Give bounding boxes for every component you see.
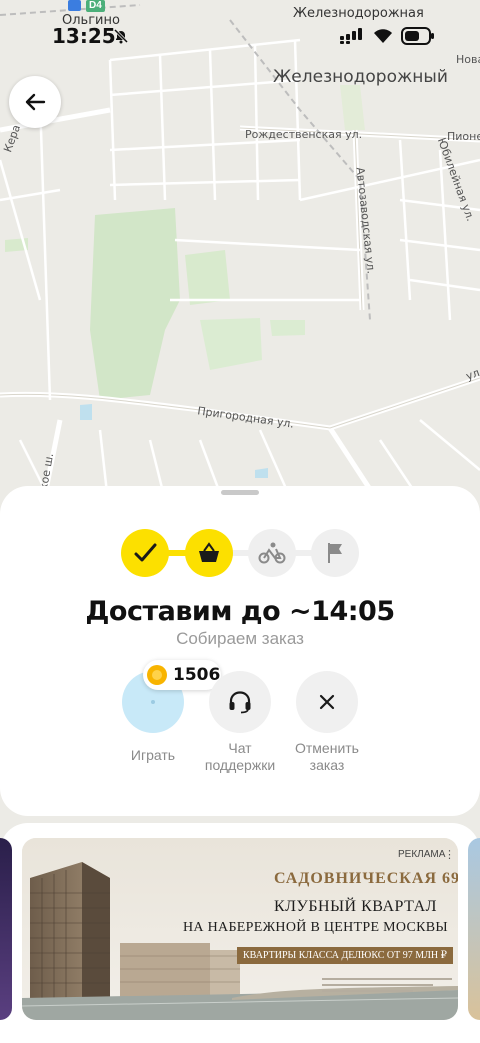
map-view[interactable]: Железнодорожный Рождественская ул. Автоз… (0, 0, 480, 520)
prev-ad-card[interactable] (0, 838, 12, 1020)
clock: 13:25 (52, 24, 116, 48)
step-delivered (311, 529, 359, 577)
next-ad-card[interactable] (468, 838, 480, 1020)
transit-icon (68, 0, 81, 11)
battery-icon (401, 27, 434, 45)
coins-badge: 1506 (143, 660, 221, 690)
coins-count: 1506 (173, 665, 221, 685)
ad-line-1: КЛУБНЫЙ КВАРТАЛ (274, 898, 437, 915)
more-icon[interactable]: ⋮ (444, 850, 455, 861)
status-bar: D4 Ольгино Железнодорожная 13:25 (0, 0, 480, 60)
delivery-time-title: Доставим до ~14:05 (85, 596, 395, 627)
station-label-right: Железнодорожная (293, 6, 424, 21)
order-status-text: Собираем заказ (176, 629, 304, 648)
play-label: Играть (130, 747, 176, 763)
flag-icon (328, 543, 342, 563)
back-button[interactable] (9, 76, 61, 128)
support-chat-label: Чат поддержки (204, 740, 276, 773)
step-assembling (185, 529, 233, 577)
sheet-drag-handle[interactable] (221, 490, 259, 495)
courier-bike-icon (258, 542, 286, 564)
ad-headline: САДОВНИЧЕСКАЯ 69 (274, 870, 458, 887)
step-courier (248, 529, 296, 577)
line-badge: D4 (86, 0, 105, 12)
ad-line-2: НА НАБЕРЕЖНОЙ В ЦЕНТРЕ МОСКВЫ (183, 920, 448, 935)
checkmark-icon (134, 543, 157, 562)
map-district-label: Железнодорожный (273, 67, 448, 87)
step-collected (121, 529, 169, 577)
basket-icon (199, 542, 219, 562)
map-street-label: Пионер (447, 130, 480, 143)
close-icon (319, 694, 335, 710)
ad-offer: КВАРТИРЫ КЛАССА ДЕЛЮКС ОТ 97 МЛН ₽ (237, 947, 454, 964)
cancel-order-button[interactable] (296, 671, 358, 733)
ad-banner[interactable]: РЕКЛАМА ⋮ САДОВНИЧЕСКАЯ 69 КЛУБНЫЙ КВАРТ… (22, 838, 458, 1020)
signal-icon (340, 28, 362, 44)
headset-icon (229, 691, 251, 714)
wifi-icon (374, 29, 392, 43)
map-street-label: Рождественская ул. (245, 128, 363, 141)
cancel-order-label: Отменить заказ (295, 740, 359, 773)
ad-legal-text (322, 974, 452, 1002)
bell-muted-icon (113, 28, 129, 44)
support-chat-button[interactable] (209, 671, 271, 733)
arrow-left-icon (25, 93, 46, 111)
ad-label: РЕКЛАМА (398, 849, 446, 860)
coin-icon (147, 665, 167, 685)
